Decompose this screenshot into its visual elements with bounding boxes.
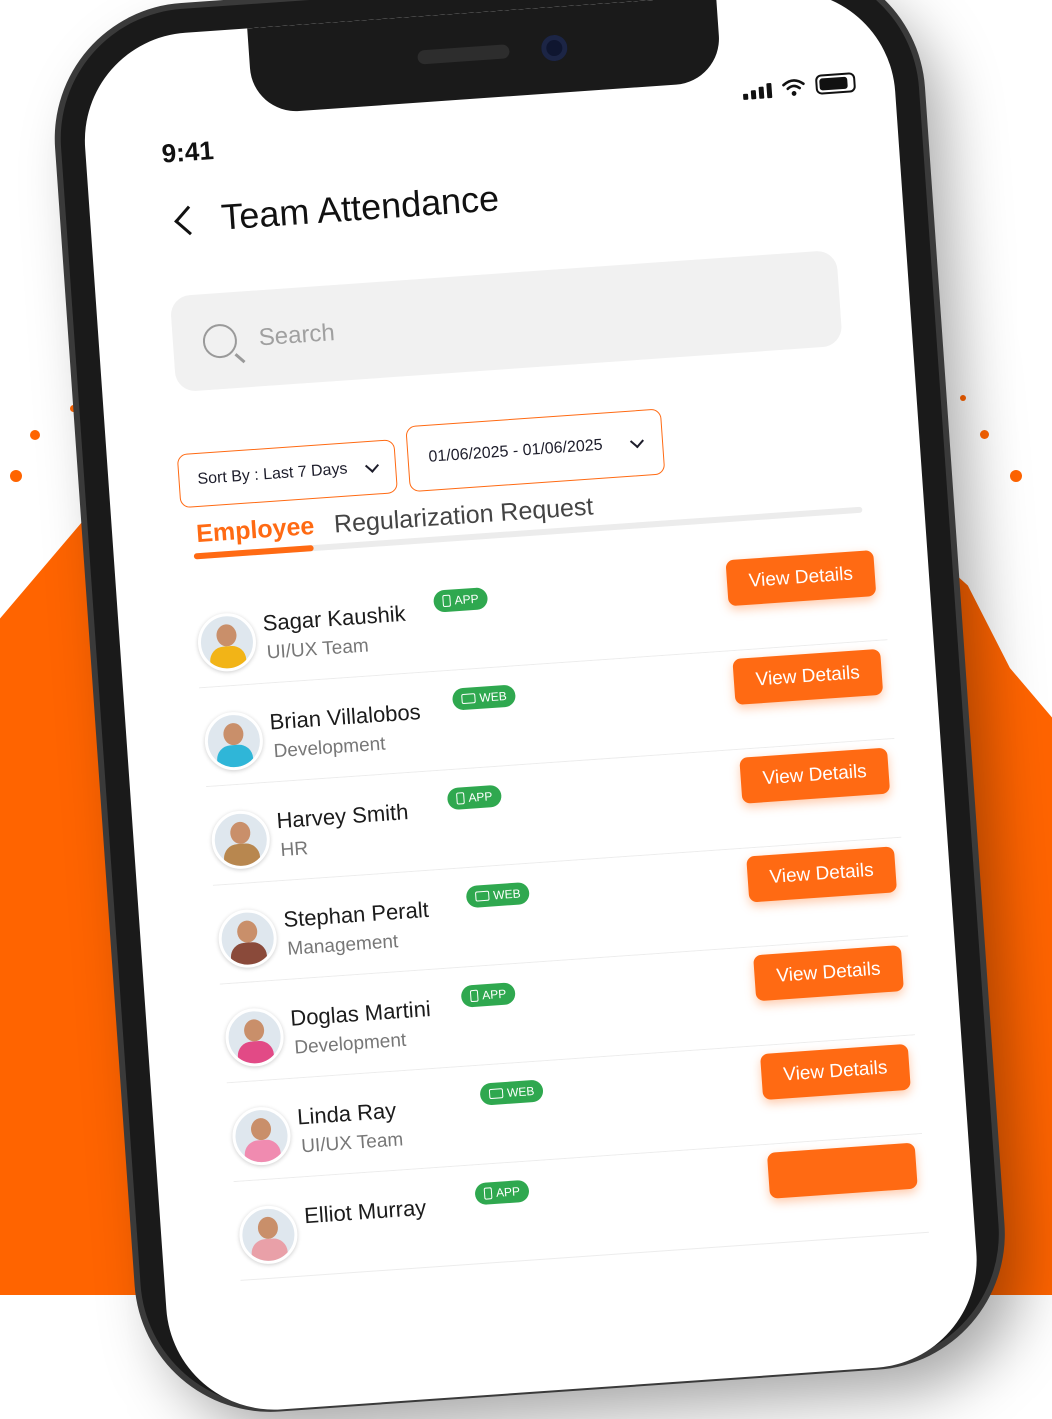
employee-name: Brian Villalobos	[268, 699, 422, 735]
source-badge: WEB	[479, 1079, 545, 1106]
splash-speck	[980, 430, 989, 439]
front-camera	[540, 34, 569, 62]
phone-icon	[483, 1187, 493, 1200]
view-details-button[interactable]: View Details	[746, 846, 898, 903]
phone-icon	[469, 989, 479, 1003]
status-icons	[742, 72, 857, 100]
employee-name: Doglas Martini	[289, 996, 432, 1031]
source-badge: APP	[460, 982, 516, 1008]
status-time: 9:41	[160, 135, 215, 169]
source-badge-label: WEB	[506, 1083, 535, 1100]
tab-employee[interactable]: Employee	[195, 512, 315, 549]
employee-list: Sagar Kaushik UI/UX Team APP View Details Br…	[192, 541, 929, 1281]
earpiece-speaker	[417, 44, 510, 65]
source-badge: APP	[446, 784, 503, 811]
splash-speck	[70, 405, 77, 412]
source-badge-label: APP	[467, 789, 493, 805]
search-placeholder: Search	[257, 319, 336, 352]
view-details-button[interactable]: View Details	[753, 945, 904, 1002]
back-icon[interactable]	[174, 205, 204, 235]
source-badge: WEB	[451, 684, 517, 711]
employee-name: Stephan Peralt	[282, 896, 430, 933]
employee-team: UI/UX Team	[266, 635, 370, 664]
search-icon	[201, 322, 239, 360]
view-details-button[interactable]	[766, 1142, 918, 1199]
employee-team: Management	[286, 931, 399, 960]
phone-mockup: 9:41 Team Attendance Search Sort By : La…	[52, 0, 1008, 1417]
source-badge-label: APP	[481, 986, 507, 1003]
splash-speck	[30, 430, 40, 440]
view-details-button[interactable]: View Details	[725, 550, 877, 607]
phone-icon	[442, 594, 452, 608]
monitor-icon	[461, 693, 476, 705]
sort-label: Sort By : Last 7 Days	[196, 460, 349, 488]
page-header: Team Attendance	[169, 177, 500, 242]
splash-speck	[1010, 470, 1022, 482]
avatar	[216, 907, 279, 970]
employee-name: Sagar Kaushik	[261, 600, 407, 636]
wifi-icon	[782, 79, 805, 96]
splash-speck	[960, 395, 966, 401]
employee-team: Development	[293, 1029, 407, 1059]
source-badge: APP	[474, 1179, 530, 1206]
employee-name: Elliot Murray	[303, 1194, 427, 1229]
source-badge-label: APP	[495, 1184, 521, 1200]
signal-icon	[742, 82, 773, 100]
employee-name: Linda Ray	[296, 1097, 397, 1130]
source-badge-label: WEB	[492, 886, 522, 903]
avatar	[196, 611, 258, 674]
chevron-down-icon	[364, 458, 380, 473]
avatar	[230, 1105, 293, 1168]
monitor-icon	[474, 890, 490, 902]
view-details-button[interactable]: View Details	[732, 648, 884, 705]
employee-name: Harvey Smith	[275, 799, 410, 834]
view-details-button[interactable]: View Details	[760, 1043, 911, 1101]
avatar	[223, 1006, 286, 1069]
avatar	[209, 808, 272, 871]
source-badge-label: APP	[454, 591, 480, 608]
source-badge: WEB	[465, 881, 531, 909]
source-badge: APP	[432, 587, 489, 613]
avatar	[202, 710, 265, 773]
phone-icon	[456, 792, 465, 805]
search-input[interactable]: Search	[169, 249, 843, 393]
battery-icon	[814, 72, 857, 95]
phone-screen: 9:41 Team Attendance Search Sort By : La…	[77, 0, 984, 1417]
page-title: Team Attendance	[219, 177, 501, 238]
employee-team: UI/UX Team	[300, 1129, 404, 1158]
chevron-down-icon	[629, 434, 645, 449]
employee-team: Development	[272, 733, 387, 763]
view-details-button[interactable]: View Details	[739, 747, 891, 804]
date-range-label: 01/06/2025 - 01/06/2025	[427, 436, 604, 466]
monitor-icon	[488, 1088, 504, 1100]
employee-team: HR	[279, 838, 309, 862]
splash-speck	[10, 470, 22, 482]
source-badge-label: WEB	[478, 688, 508, 705]
avatar	[237, 1203, 300, 1266]
